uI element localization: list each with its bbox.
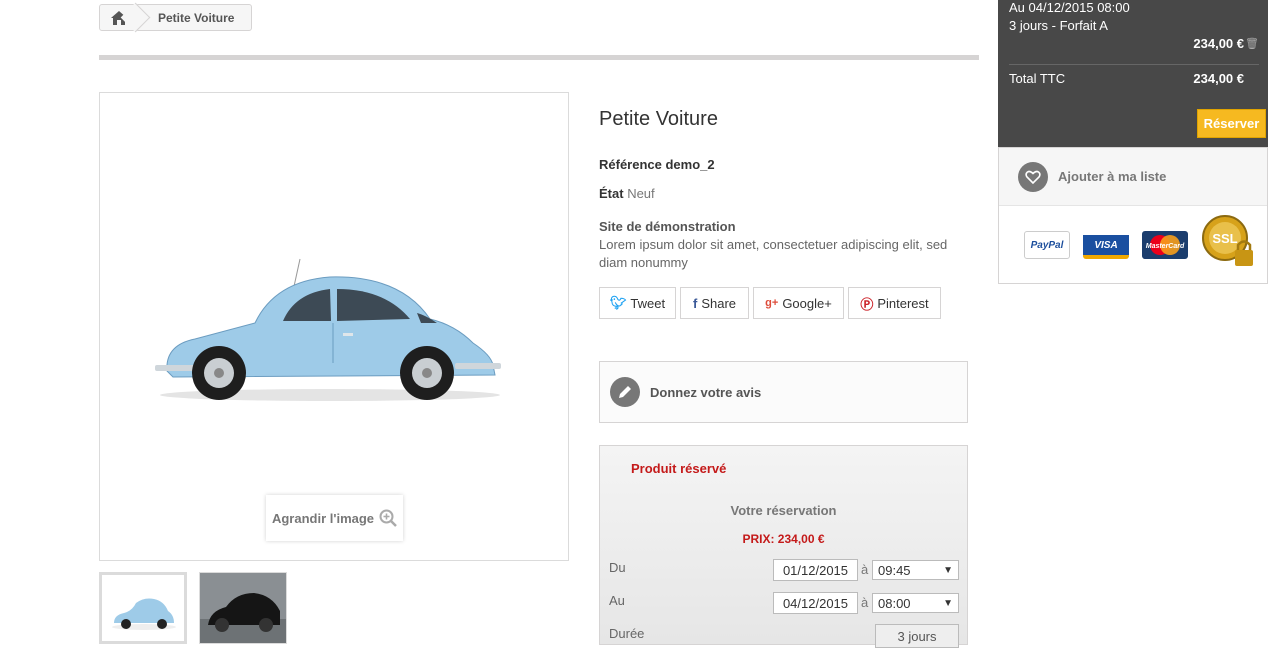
breadcrumb: Petite Voiture [99,4,252,31]
to-label: Au [609,593,625,608]
from-label: Du [609,560,626,575]
thumbnail-2[interactable] [199,572,287,644]
condition-label: État [599,186,624,201]
paypal-logo: PayPal [1024,231,1070,259]
extra-panel: Ajouter à ma liste PayPal VISA MasterCar… [998,147,1268,284]
trash-icon[interactable]: 🗑︎ [1245,37,1259,50]
breadcrumb-current: Petite Voiture [158,10,235,25]
ssl-badge: SSL [1201,212,1257,270]
condition-value: Neuf [627,186,655,201]
product-reference: Référence demo_2 [599,157,715,172]
to-date-input[interactable]: 04/12/2015 [773,592,858,614]
cart-total-label: Total TTC [1009,71,1066,86]
booking-panel: Produit réservé Votre réservation PRIX: … [599,445,968,648]
pinterest-label: Pinterest [877,295,929,311]
duration-label: Durée [609,626,645,641]
product-image-frame[interactable]: Agrandir l'image [99,92,569,561]
mastercard-logo: MasterCard [1142,231,1188,259]
product-description: Lorem ipsum dolor sit amet, consectetuer… [599,237,948,270]
google-plus-icon: g+ [765,297,779,309]
divider [99,55,979,60]
cart-dropdown: Au 04/12/2015 08:00 3 jours - Forfait A … [998,0,1268,147]
tweet-label: Tweet [630,295,666,311]
zoom-image-button[interactable]: Agrandir l'image [266,495,403,541]
mastercard-text: MasterCard [1146,243,1185,250]
pinterest-button[interactable]: Ⓟ Pinterest [848,287,941,319]
review-label: Donnez votre avis [650,384,762,400]
from-time-select[interactable]: 09:45 ▼ [872,560,959,580]
reserved-status: Produit réservé [631,461,727,476]
cart-item-duration: 3 jours - Forfait A [1009,18,1108,33]
duration-value: 3 jours [875,624,959,648]
facebook-share-button[interactable]: f Share [680,287,749,319]
reserve-button[interactable]: Réserver [1197,109,1266,138]
description-title: Site de démonstration [599,219,736,234]
tweet-button[interactable]: 🐦︎ Tweet [599,287,676,319]
from-at-label: à [861,562,869,577]
facebook-label: Share [701,295,737,311]
wishlist-label: Ajouter à ma liste [1058,169,1167,184]
pinterest-icon: Ⓟ [860,296,874,312]
write-review-button[interactable]: Donnez votre avis [599,361,968,423]
visa-logo: VISA [1083,231,1129,259]
twitter-icon: 🐦︎ [609,295,627,310]
ssl-text: SSL [1212,231,1237,246]
product-image [155,253,505,403]
cart-divider [1009,64,1259,65]
from-date-input[interactable]: 01/12/2015 [773,559,858,581]
google-plus-button[interactable]: g+ Google+ [753,287,844,319]
pencil-icon [610,377,640,407]
product-title: Petite Voiture [599,108,718,130]
cart-total-amount: 234,00 € [1193,71,1244,86]
thumbnail-1[interactable] [99,572,187,644]
chevron-down-icon: ▼ [943,597,953,609]
cart-item-dates: Au 04/12/2015 08:00 [1009,0,1130,15]
cart-item-amount: 234,00 € [1193,36,1244,51]
heart-icon [1018,161,1048,192]
booking-heading: Votre réservation [730,503,837,518]
breadcrumb-home-link[interactable] [100,5,138,30]
zoom-icon [379,509,397,527]
to-time-value: 08:00 [878,595,911,611]
home-icon [111,10,127,25]
booking-price: PRIX: 234,00 € [742,532,825,546]
zoom-label: Agrandir l'image [271,510,375,526]
from-time-value: 09:45 [878,562,911,578]
payment-logos: PayPal VISA MasterCard SSL [1024,215,1257,270]
facebook-icon: f [692,295,698,311]
product-condition: État Neuf [599,186,655,201]
chevron-down-icon: ▼ [943,564,953,576]
to-time-select[interactable]: 08:00 ▼ [872,593,959,613]
to-at-label: à [861,595,869,610]
google-plus-label: Google+ [782,295,832,311]
add-to-wishlist-button[interactable]: Ajouter à ma liste [999,148,1267,206]
